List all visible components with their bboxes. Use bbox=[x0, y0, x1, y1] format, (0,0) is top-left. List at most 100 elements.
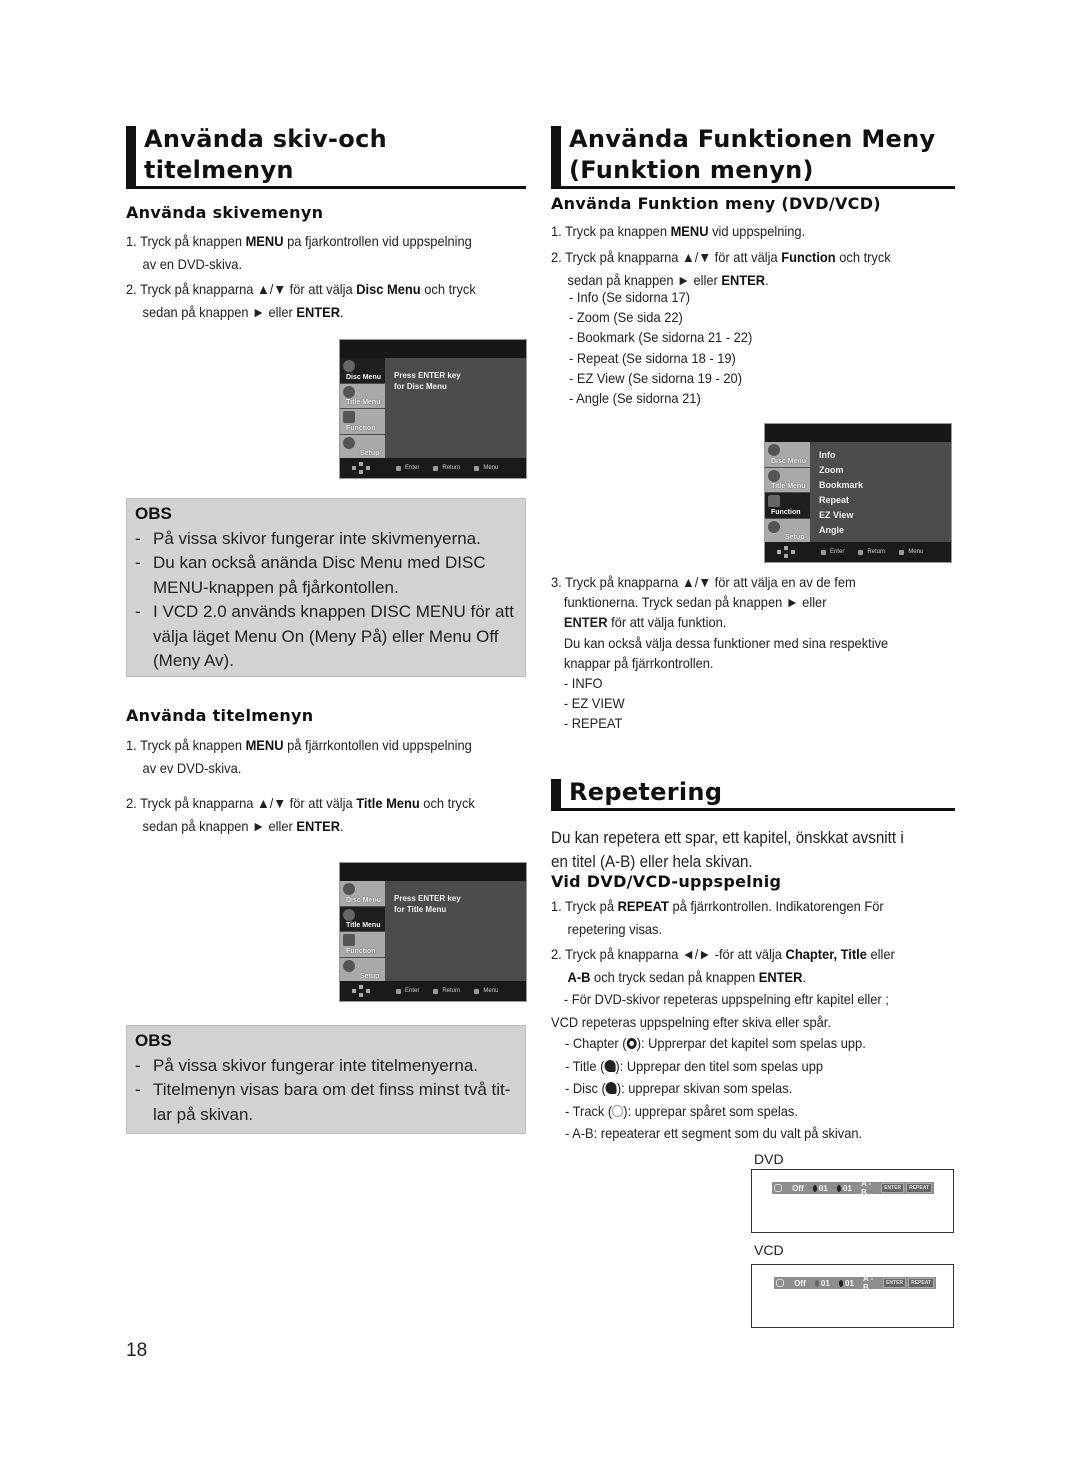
text: - Track ( bbox=[565, 1102, 613, 1119]
text: 1. Tryck på bbox=[551, 898, 618, 914]
section-title-disc-title-menu: Använda skiv-och titelmenyn bbox=[126, 124, 526, 189]
text: - Chapter ( bbox=[565, 1035, 627, 1051]
text: 1. Tryck pa knappen bbox=[551, 223, 671, 239]
screen-top-bar bbox=[340, 340, 526, 358]
disc-icon bbox=[838, 1279, 844, 1287]
screen-tab-disc-menu: Disc Menu bbox=[340, 358, 385, 384]
function-options-list: - Info (Se sidorna 17) - Zoom (Se sida 2… bbox=[569, 287, 752, 408]
text: 1. Tryck på knappen bbox=[126, 737, 246, 753]
text: 2. Tryck på knapparna ▲/▼ för att välja bbox=[551, 249, 782, 265]
title-icon bbox=[768, 469, 780, 482]
title-line-2: (Funktion menyn) bbox=[569, 156, 814, 184]
repeat-mode-track: - Track (): upprepar spåret som spelas. bbox=[565, 1100, 866, 1123]
footer-menu: Menu bbox=[899, 549, 923, 555]
screen-tab-title-menu: Title Menu bbox=[340, 383, 385, 409]
ab-option: A - B bbox=[862, 1274, 874, 1292]
text: 1. Tryck på knappen bbox=[126, 233, 246, 249]
repeat-bar: Off 01 01 A - B ENTER REPEAT bbox=[774, 1274, 936, 1292]
return-icon bbox=[858, 549, 864, 555]
function-menu-step-3: 3. Tryck på knapparna ▲/▼ för att välja … bbox=[551, 572, 888, 734]
screen-tab-title-menu: Title Menu bbox=[765, 467, 810, 493]
function-option: - Bookmark (Se sidorna 21 - 22) bbox=[569, 329, 753, 346]
title-number: 01 bbox=[843, 1183, 852, 1193]
note-title: OBS bbox=[135, 504, 172, 523]
function-item: Repeat bbox=[819, 495, 850, 505]
text: - Title ( bbox=[565, 1057, 605, 1074]
title-icon bbox=[343, 385, 355, 398]
repeat-key: REPEAT bbox=[617, 898, 669, 914]
text: sedan på knappen ► eller bbox=[142, 817, 297, 834]
text: repetering visas. bbox=[567, 920, 663, 937]
screen-message: Press ENTER key for Title Menu bbox=[394, 893, 461, 915]
disc-icon bbox=[768, 444, 780, 456]
function-option: - Info (Se sidorna 17) bbox=[569, 289, 690, 305]
chapter-title-key: Chapter, Title bbox=[785, 946, 867, 962]
repeat-step-1: 1. Tryck på REPEAT på fjärrkontrollen. I… bbox=[551, 895, 884, 940]
text: för att välja funktion. bbox=[607, 614, 727, 631]
footer-return: Return bbox=[433, 988, 460, 994]
text: och tryck bbox=[420, 281, 476, 297]
footer-enter: Enter bbox=[821, 549, 844, 555]
ab-option: A - B bbox=[860, 1179, 872, 1197]
title-menu-screen: Disc Menu Title Menu Function Setup Pres… bbox=[339, 862, 527, 1002]
enter-key: ENTER bbox=[296, 817, 341, 834]
section-title-repeat: Repetering bbox=[551, 777, 955, 811]
note-box-disc-menu: OBS - På vissa skivor fungerar inte skivm… bbox=[126, 498, 526, 677]
track-icon bbox=[814, 1279, 819, 1287]
repeat-mode-chapter: - Chapter (): Upprerpar det kapitel som … bbox=[565, 1032, 866, 1055]
tab-label: Setup bbox=[360, 973, 380, 980]
function-item: Bookmark bbox=[819, 480, 864, 490]
note-text: I VCD 2.0 används knappen DISC MENU för … bbox=[153, 602, 514, 670]
footer-return: Return bbox=[433, 465, 460, 471]
enter-key: ENTER bbox=[758, 968, 803, 985]
screen-footer: Enter Return Menu bbox=[340, 458, 526, 478]
enter-button-label: ENTER bbox=[883, 1278, 907, 1288]
disc-menu-step-1: 1. Tryck på knappen MENU pa fjarkontroll… bbox=[126, 230, 472, 275]
footer-label: Menu bbox=[483, 988, 499, 994]
footer-label: Return bbox=[867, 549, 886, 555]
menu-icon bbox=[474, 988, 480, 994]
function-icon bbox=[768, 495, 780, 507]
enter-icon bbox=[396, 465, 401, 471]
title-menu-key: Title Menu bbox=[356, 795, 420, 811]
gear-icon bbox=[343, 959, 355, 972]
menu-key: MENU bbox=[245, 737, 284, 753]
footer-label: Menu bbox=[483, 465, 499, 471]
repeat-bar: Off 01 01 A - B ENTER REPEAT bbox=[772, 1179, 934, 1197]
note-text: Du kan också anända Disc Menu med DISC M… bbox=[153, 553, 486, 597]
gear-icon bbox=[768, 520, 780, 533]
footer-menu: Menu bbox=[474, 988, 498, 994]
title-line-1: Använda skiv-och bbox=[144, 125, 387, 153]
menu-key: MENU bbox=[670, 223, 709, 239]
heading-disc-menu: Använda skivemenyn bbox=[126, 203, 324, 222]
note-item: - Du kan också anända Disc Menu med DISC … bbox=[135, 551, 517, 600]
function-menu-screen: Disc Menu Title Menu Function Setup Info… bbox=[764, 423, 952, 563]
screen-tab-setup: Setup bbox=[340, 957, 385, 983]
text: av en DVD-skiva. bbox=[142, 255, 243, 272]
screen-function-list: Info Zoom Bookmark Repeat EZ View Angle bbox=[819, 448, 863, 538]
function-option: - EZ View (Se sidorna 19 - 20) bbox=[569, 369, 743, 386]
text: . bbox=[765, 271, 769, 288]
footer-label: Enter bbox=[405, 988, 420, 994]
menu-icon bbox=[899, 549, 905, 555]
function-option: - Repeat (Se sidorna 18 - 19) bbox=[569, 349, 736, 366]
screen-tab-function: Function bbox=[340, 409, 385, 435]
tab-label: Function bbox=[346, 947, 376, 955]
footer-return: Return bbox=[858, 549, 885, 555]
message-line: Press ENTER key bbox=[394, 371, 461, 380]
text: - Disc ( bbox=[565, 1080, 606, 1096]
menu-key: MENU bbox=[245, 233, 284, 249]
text: . bbox=[340, 817, 344, 834]
function-menu-step-2: 2. Tryck på knapparna ▲/▼ för att välja … bbox=[551, 246, 891, 291]
footer-label: Menu bbox=[908, 549, 924, 555]
footer-enter: Enter bbox=[396, 465, 419, 471]
text: ): Upprepar den titel som spelas upp bbox=[615, 1057, 824, 1074]
repeat-button-label: REPEAT bbox=[906, 1183, 932, 1193]
text: 3. Tryck på knapparna ▲/▼ för att välja … bbox=[551, 574, 856, 590]
text: Du kan också välja dessa funktioner med … bbox=[563, 634, 889, 651]
screen-tab-disc-menu: Disc Menu bbox=[765, 442, 810, 468]
text: och tryck sedan på knappen bbox=[590, 968, 759, 985]
tab-label: Setup bbox=[785, 534, 805, 541]
heading-function-menu: Använda Funktion meny (DVD/VCD) bbox=[551, 194, 881, 213]
remote-button-item: - EZ VIEW bbox=[563, 695, 625, 712]
